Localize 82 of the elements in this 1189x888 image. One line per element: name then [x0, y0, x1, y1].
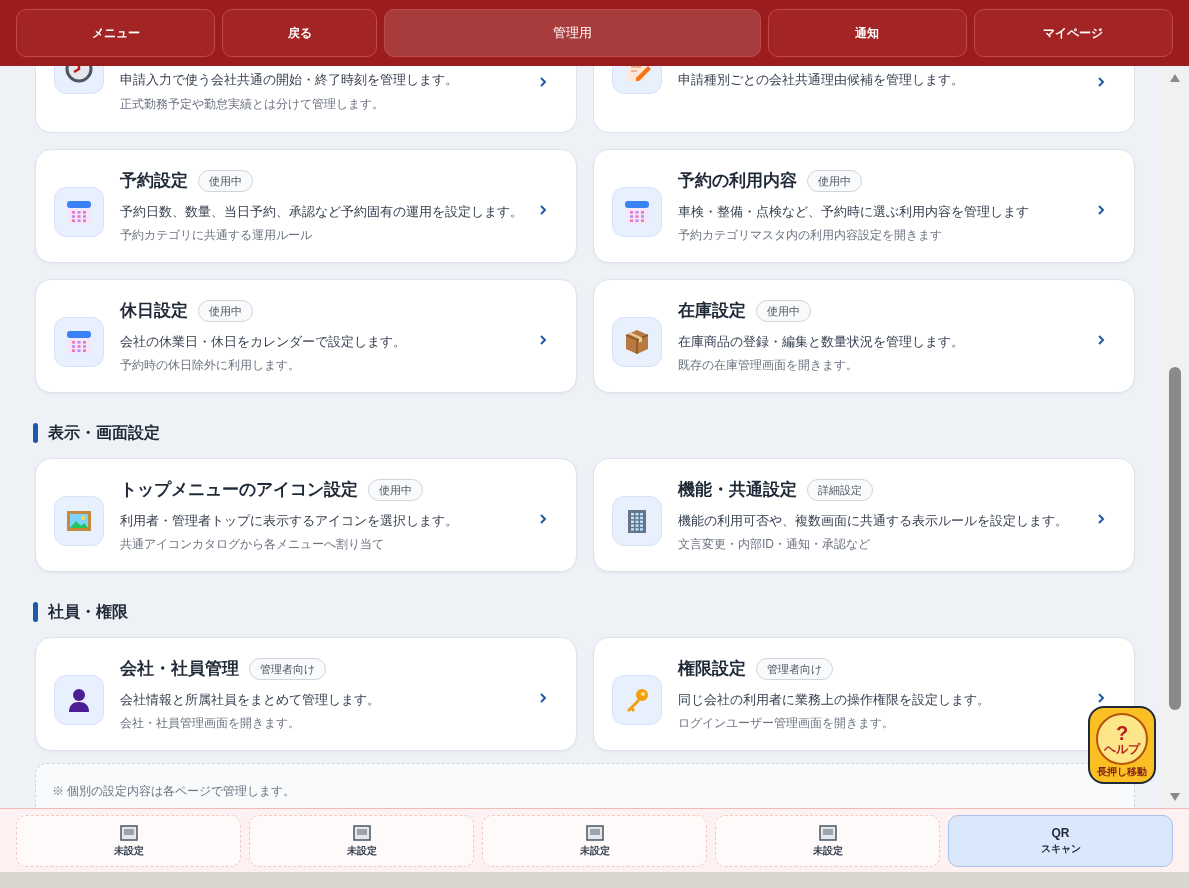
settings-card[interactable]: 会社・社員管理 管理者向け 会社情報と所属社員をまとめて管理します。 会社・社員管理画面を開きます。 — [35, 637, 577, 751]
image-placeholder-icon — [585, 825, 604, 841]
card-note: 予約時の休日除外に利用します。 — [120, 357, 301, 374]
chevron-right-icon — [1096, 334, 1106, 346]
section-heading: 社員・権限 — [48, 602, 128, 622]
card-note: 予約カテゴリに共通する運用ルール — [120, 227, 313, 244]
status-badge: 使用中 — [756, 299, 811, 322]
card-title: 機能・共通設定 — [678, 479, 797, 501]
help-label: ヘルプ — [1104, 743, 1140, 755]
help-symbol: ? — [1115, 723, 1129, 743]
card-title: 休日設定 — [120, 300, 188, 322]
card-title: 会社・社員管理 — [120, 658, 239, 680]
settings-card[interactable]: 機能・共通設定 詳細設定 機能の利用可否や、複数画面に共通する表示ルールを設定します。 文言変更・内部ID・通知・承認など — [593, 458, 1135, 572]
card-note: 既存の在庫管理画面を開きます。 — [678, 357, 859, 374]
card-description: 在庫商品の登録・編集と数量状況を管理します。 — [678, 332, 965, 351]
card-note: ログインユーザー管理画面を開きます。 — [678, 715, 895, 732]
section-heading: 表示・画面設定 — [48, 423, 160, 443]
card-title: 権限設定 — [678, 658, 746, 680]
status-badge: 詳細設定 — [807, 478, 873, 501]
card-description: 申請入力で使う会社共通の開始・終了時刻を管理します。 — [120, 71, 459, 89]
chevron-right-icon — [538, 513, 548, 525]
image-placeholder-icon — [119, 825, 138, 841]
scroll-thumb[interactable] — [1168, 367, 1181, 710]
settings-card[interactable]: 申請種別ごとの会社共通理由候補を管理します。 — [593, 66, 1135, 133]
nav-button[interactable]: マイページ — [973, 9, 1173, 57]
chevron-right-icon — [538, 334, 548, 346]
chevron-right-icon — [538, 692, 548, 704]
nav-button[interactable]: 管理用 — [384, 9, 761, 57]
chevron-right-icon — [1096, 692, 1106, 704]
settings-card[interactable]: 予約の利用内容 使用中 車検・整備・点検など、予約時に選ぶ利用内容を管理します 予約カテゴリマスタ内の利用内容設定を開きます — [593, 149, 1135, 263]
section-marker — [33, 423, 38, 443]
chevron-right-icon — [1096, 204, 1106, 216]
card-description: 車検・整備・点検など、予約時に選ぶ利用内容を管理します — [678, 202, 1030, 221]
settings-card[interactable]: 予約設定 使用中 予約日数、数量、当日予約、承認など予約固有の運用を設定します。 予約カテゴリに共通する運用ルール — [35, 149, 577, 263]
card-note: 予約カテゴリマスタ内の利用内容設定を開きます — [678, 227, 943, 244]
card-description: 利用者・管理者トップに表示するアイコンを選択します。 — [120, 511, 459, 530]
status-badge: 使用中 — [198, 169, 253, 192]
scroll-up-icon[interactable] — [1168, 73, 1181, 83]
card-title: 予約の利用内容 — [678, 170, 797, 192]
nav-button[interactable]: メニュー — [16, 9, 216, 57]
shortcut-button[interactable]: 未設定 — [16, 814, 241, 867]
card-description: 申請種別ごとの会社共通理由候補を管理します。 — [678, 71, 965, 89]
status-badge: 使用中 — [198, 299, 253, 322]
card-description: 同じ会社の利用者に業務上の操作権限を設定します。 — [678, 690, 991, 709]
help-hint: 長押し移動 — [1097, 767, 1147, 777]
card-title: 在庫設定 — [678, 300, 746, 322]
section-marker — [33, 602, 38, 622]
image-placeholder-icon — [352, 825, 371, 841]
help-button[interactable]: ? ヘルプ 長押し移動 — [1088, 706, 1156, 784]
chevron-right-icon — [1096, 76, 1106, 88]
status-badge: 管理者向け — [249, 657, 326, 680]
settings-card[interactable]: 申請入力で使う会社共通の開始・終了時刻を管理します。 正式勤務予定や勤怠実績とは分けて管理します。 — [35, 66, 577, 133]
nav-button[interactable]: 通知 — [767, 9, 967, 57]
chevron-right-icon — [538, 204, 548, 216]
qr-label: QR — [1051, 827, 1070, 839]
qr-scan-button[interactable]: QR スキャン — [948, 814, 1173, 867]
card-note: 文言変更・内部ID・通知・承認など — [678, 536, 871, 553]
nav-button[interactable]: 戻る — [222, 9, 378, 57]
settings-card[interactable]: 在庫設定 使用中 在庫商品の登録・編集と数量状況を管理します。 既存の在庫管理画面を開きます。 — [593, 279, 1135, 393]
shortcut-button[interactable]: 未設定 — [482, 814, 707, 867]
settings-card[interactable]: 休日設定 使用中 会社の休業日・休日をカレンダーで設定します。 予約時の休日除外に利用します。 — [35, 279, 577, 393]
card-description: 機能の利用可否や、複数画面に共通する表示ルールを設定します。 — [678, 511, 1069, 530]
card-note: 正式勤務予定や勤怠実績とは分けて管理します。 — [120, 95, 385, 113]
card-note: 会社・社員管理画面を開きます。 — [120, 715, 301, 732]
status-badge: 管理者向け — [756, 657, 833, 680]
card-description: 会社情報と所属社員をまとめて管理します。 — [120, 690, 381, 709]
image-placeholder-icon — [818, 825, 837, 841]
chevron-right-icon — [1096, 513, 1106, 525]
scan-label: スキャン — [1040, 844, 1081, 854]
shortcut-button[interactable]: 未設定 — [249, 814, 474, 867]
shortcut-button[interactable]: 未設定 — [715, 814, 940, 867]
card-description: 会社の休業日・休日をカレンダーで設定します。 — [120, 332, 407, 351]
scroll-down-icon[interactable] — [1168, 792, 1181, 802]
status-badge: 使用中 — [807, 169, 862, 192]
card-description: 予約日数、数量、当日予約、承認など予約固有の運用を設定します。 — [120, 202, 524, 221]
settings-card[interactable]: トップメニューのアイコン設定 使用中 利用者・管理者トップに表示するアイコンを選択します。 共通アイコンカタログから各メニューへ割り当て — [35, 458, 577, 572]
card-title: トップメニューのアイコン設定 — [120, 479, 358, 501]
footnote-text: ※ 個別の設定内容は各ページで管理します。 — [52, 784, 296, 798]
status-badge: 使用中 — [368, 478, 423, 501]
chevron-right-icon — [538, 76, 548, 88]
card-note: 共通アイコンカタログから各メニューへ割り当て — [120, 536, 385, 553]
card-title: 予約設定 — [120, 170, 188, 192]
